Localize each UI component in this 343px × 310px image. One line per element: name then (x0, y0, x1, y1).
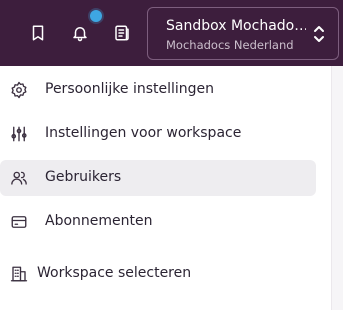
workspace-name: Sandbox Mochado… (166, 18, 306, 34)
users-icon (10, 169, 28, 187)
menu-item-label: Instellingen voor workspace (45, 125, 242, 141)
bell-icon[interactable] (69, 22, 91, 44)
account-menu: Persoonlijke instellingen Instellingen v… (0, 66, 332, 310)
building-icon (10, 265, 28, 283)
gear-icon (10, 81, 28, 99)
credit-card-icon (10, 213, 28, 231)
menu-item-subscriptions[interactable]: Abonnementen (0, 204, 316, 240)
menu-item-workspace-settings[interactable]: Instellingen voor workspace (0, 116, 316, 152)
newspaper-icon[interactable] (111, 22, 133, 44)
menu-item-label: Gebruikers (45, 169, 122, 185)
menu-item-label: Abonnementen (45, 213, 153, 229)
bookmark-icon[interactable] (27, 22, 49, 44)
chevron-up-down-icon (312, 25, 326, 43)
menu-item-select-workspace[interactable]: Workspace selecteren (0, 256, 316, 292)
workspace-organization: Mochadocs Nederland (166, 38, 294, 52)
sliders-icon (10, 125, 28, 143)
top-bar: Sandbox Mochado… Mochadocs Nederland (0, 0, 343, 66)
notification-dot (90, 10, 102, 22)
menu-item-personal-settings[interactable]: Persoonlijke instellingen (0, 72, 316, 108)
page-background-edge (332, 66, 343, 310)
workspace-switcher[interactable]: Sandbox Mochado… Mochadocs Nederland (147, 7, 339, 60)
menu-item-label: Workspace selecteren (37, 265, 192, 281)
menu-item-label: Persoonlijke instellingen (45, 81, 215, 97)
menu-item-users[interactable]: Gebruikers (0, 160, 316, 196)
